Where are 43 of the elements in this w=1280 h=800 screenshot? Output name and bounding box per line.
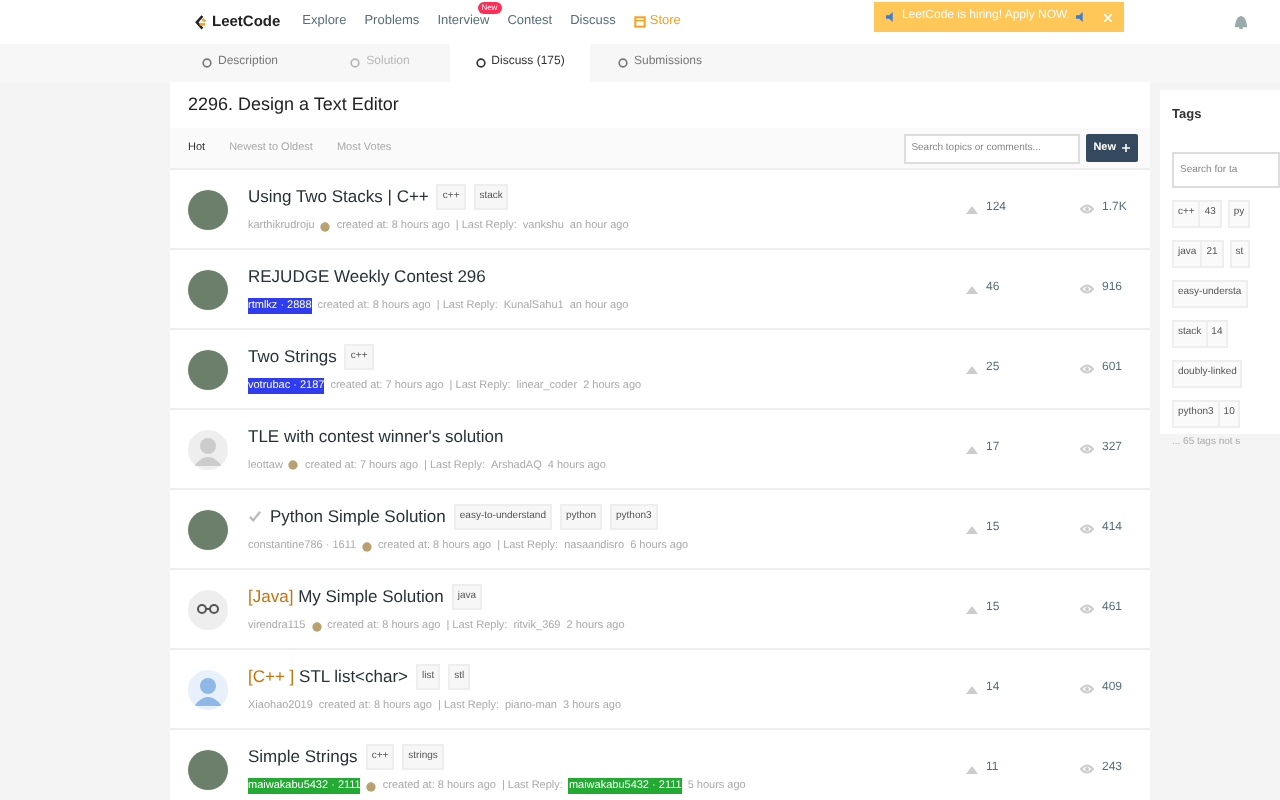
eye-icon (1080, 524, 1094, 534)
upvote-icon[interactable] (966, 365, 978, 373)
avatar (188, 269, 228, 309)
tab-icon (617, 58, 628, 68)
upvote-icon[interactable] (966, 685, 978, 693)
upvote-icon[interactable] (966, 205, 978, 213)
avatar (188, 429, 228, 469)
tab-icon (475, 58, 486, 68)
close-icon[interactable] (1104, 13, 1113, 21)
avatar (188, 509, 228, 549)
topic-title[interactable]: Python Simple Solution (270, 504, 446, 530)
bell-icon[interactable] (1234, 14, 1248, 30)
eye-icon (1080, 204, 1094, 214)
upvote-icon[interactable] (966, 605, 978, 613)
upvote-icon[interactable] (966, 445, 978, 453)
topic-title[interactable]: Using Two Stacks | C++ (248, 184, 429, 210)
avatar (188, 589, 228, 629)
eye-icon (1080, 604, 1094, 614)
eye-icon (1080, 684, 1094, 694)
topic-title[interactable]: Two Strings (248, 344, 337, 370)
avatar (188, 749, 228, 789)
problem-title: 2296. Design a Text Editor (186, 91, 401, 118)
upvote-icon[interactable] (966, 765, 978, 773)
topic-title[interactable]: Simple Strings (248, 744, 358, 770)
avatar (188, 189, 228, 229)
eye-icon (1080, 364, 1094, 374)
topic-title[interactable]: [Java] My Simple Solution (248, 584, 444, 610)
eye-icon (1080, 764, 1094, 774)
avatar (188, 669, 228, 709)
topic-title[interactable]: [C++ ] STL list<char> (248, 664, 409, 690)
topic-title[interactable]: TLE with contest winner's solution (248, 424, 504, 450)
tab-icon (350, 58, 361, 68)
upvote-icon[interactable] (966, 285, 978, 293)
speaker-icon (885, 12, 896, 22)
plus-icon (1122, 144, 1130, 152)
avatar (188, 349, 228, 389)
upvote-icon[interactable] (966, 525, 978, 533)
eye-icon (1080, 284, 1094, 294)
eye-icon (1080, 444, 1094, 454)
tab-icon (201, 58, 212, 68)
store-icon (633, 16, 646, 28)
speaker-icon (1076, 12, 1087, 22)
topic-title[interactable]: REJUDGE Weekly Contest 296 (248, 264, 486, 290)
